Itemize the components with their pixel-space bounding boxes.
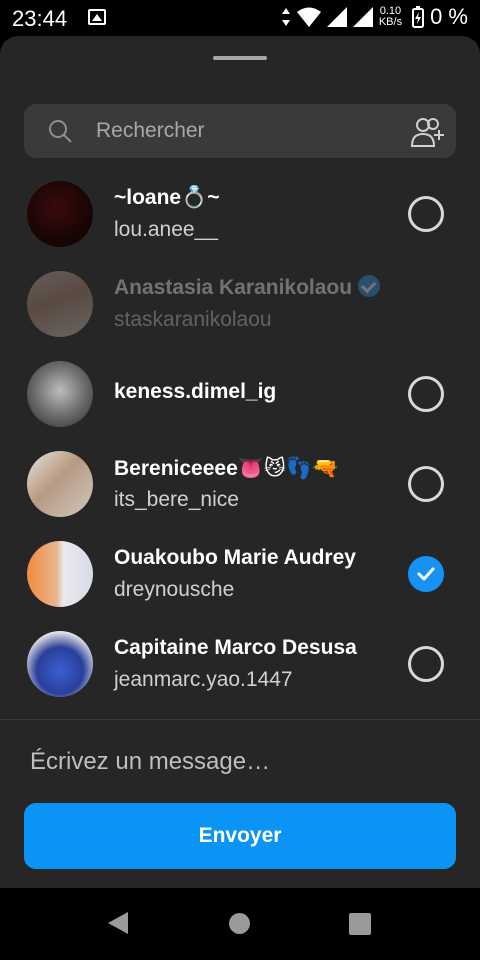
contact-name-text: Anastasia Karanikolaou [114, 276, 353, 299]
home-icon[interactable] [229, 913, 250, 934]
recents-icon[interactable] [349, 913, 371, 935]
checkmark-icon [417, 567, 435, 581]
signal-icon [352, 7, 373, 27]
list-item[interactable]: ~loane💍~ lou.anee__ [0, 170, 480, 260]
list-item[interactable]: Capitaine Marco Desusa jeanmarc.yao.1447 [0, 620, 480, 710]
divider [0, 719, 480, 720]
select-radio[interactable] [408, 646, 444, 682]
contact-username: lou.anee__ [114, 218, 218, 241]
contact-name: Anastasia Karanikolaou [114, 275, 381, 300]
share-sheet: Rechercher ~loane💍~ lou.anee__ Anastasia… [0, 36, 480, 888]
data-arrows-icon [281, 8, 290, 26]
select-radio[interactable] [408, 196, 444, 232]
avatar [27, 631, 93, 697]
signal-icon [326, 7, 347, 27]
select-radio[interactable] [408, 466, 444, 502]
add-people-icon[interactable] [410, 116, 446, 148]
wifi-icon [296, 7, 321, 27]
contact-username: dreynousche [114, 578, 235, 601]
net-speed: 0.10 KB/s [379, 6, 402, 28]
drag-handle[interactable] [213, 56, 267, 60]
message-input[interactable]: Écrivez un message… [30, 748, 270, 776]
list-item: Anastasia Karanikolaou staskaranikolaou [0, 260, 480, 350]
search-input[interactable]: Rechercher [96, 119, 205, 143]
contact-username: staskaranikolaou [114, 308, 272, 331]
battery-charging-icon [412, 6, 425, 28]
contact-name: Bereniceeee👅😼👣🔫 [114, 457, 339, 480]
status-indicators: 0.10 KB/s 0 % [281, 4, 468, 30]
list-item[interactable]: Ouakoubo Marie Audrey dreynousche [0, 530, 480, 620]
avatar [27, 181, 93, 247]
net-speed-unit: KB/s [378, 16, 403, 28]
list-item[interactable]: Bereniceeee👅😼👣🔫 its_bere_nice [0, 440, 480, 530]
avatar [27, 271, 93, 337]
contact-name: keness.dimel_ig [114, 380, 277, 403]
list-item[interactable]: keness.dimel_ig [0, 350, 480, 440]
gallery-icon [88, 9, 106, 25]
contact-name: ~loane💍~ [114, 186, 220, 209]
search-icon [49, 120, 72, 143]
contact-name: Ouakoubo Marie Audrey [114, 546, 356, 569]
avatar [27, 541, 93, 607]
contact-list: ~loane💍~ lou.anee__ Anastasia Karanikola… [0, 170, 480, 710]
status-time: 23:44 [12, 6, 68, 31]
status-bar: 23:44 0.10 KB/s 0 % [0, 0, 480, 36]
select-radio-checked[interactable] [408, 556, 444, 592]
battery-percent: 0 % [430, 4, 468, 29]
system-nav-bar [0, 888, 480, 960]
verified-badge-icon [358, 275, 381, 298]
select-radio[interactable] [408, 376, 444, 412]
search-bar[interactable]: Rechercher [24, 104, 456, 158]
contact-name: Capitaine Marco Desusa [114, 636, 357, 659]
contact-username: jeanmarc.yao.1447 [114, 668, 293, 691]
avatar [27, 451, 93, 517]
back-icon[interactable] [108, 912, 128, 934]
avatar [27, 361, 93, 427]
contact-username: its_bere_nice [114, 488, 239, 511]
send-button[interactable]: Envoyer [24, 803, 456, 869]
